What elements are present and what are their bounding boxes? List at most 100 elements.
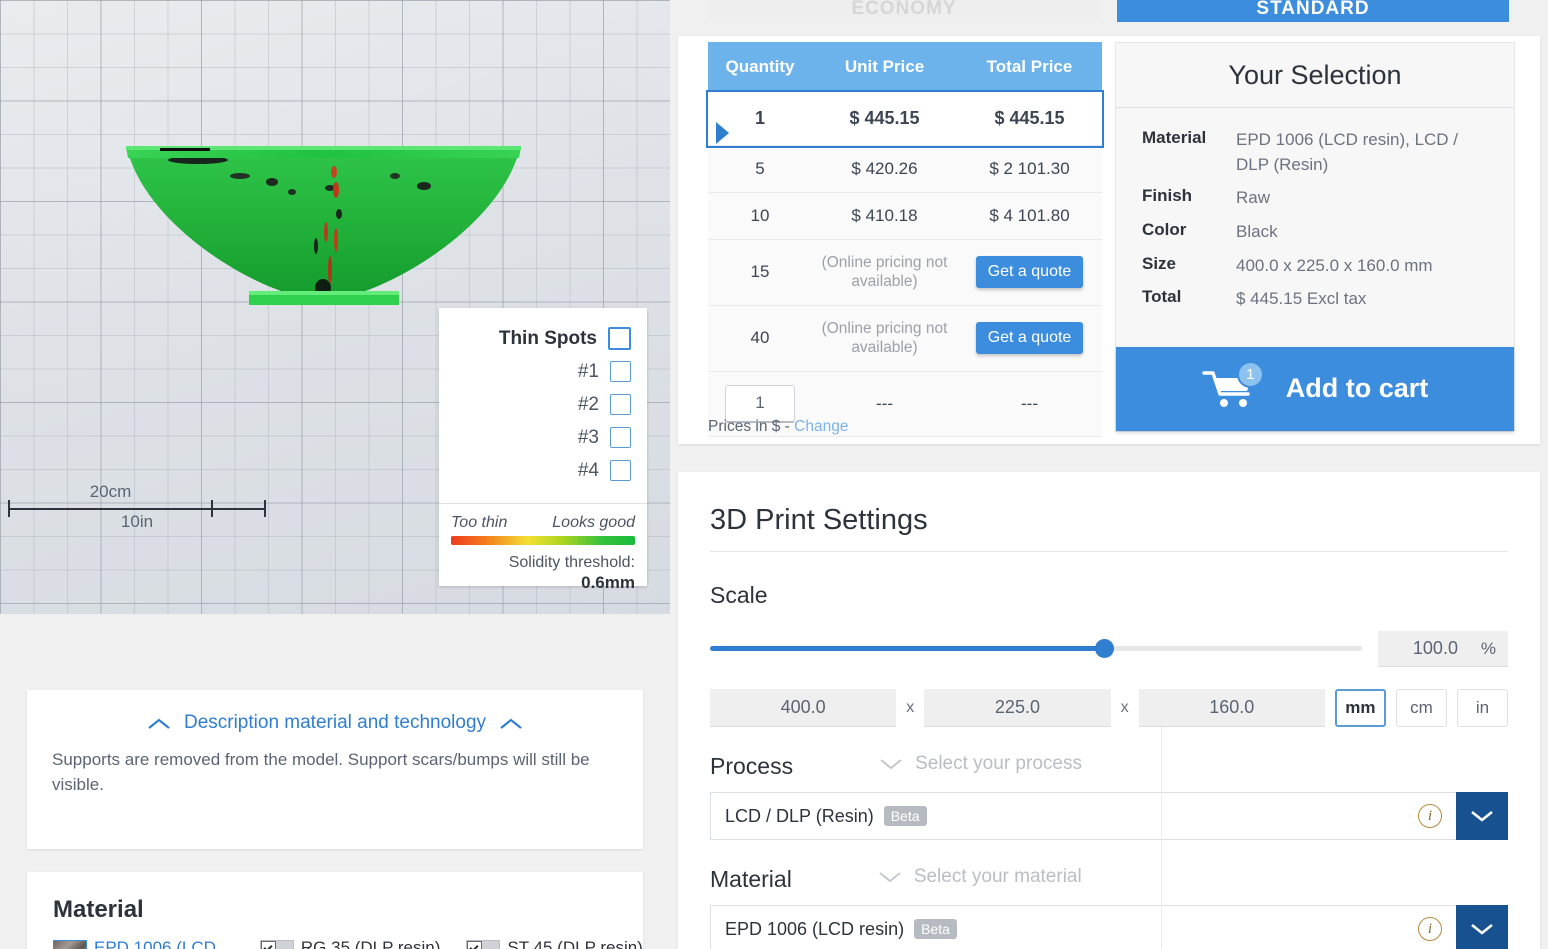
selection-value: Black <box>1236 221 1278 241</box>
material-hint-text: Select your material <box>913 866 1082 887</box>
get-a-quote-button[interactable]: Get a quote <box>975 322 1084 355</box>
3d-model-viewport[interactable]: 20cm 10in Thin Spots #1 #2 #3 #4 Too thi… <box>0 0 670 614</box>
scale-percent-value: 100.0 <box>1412 638 1458 658</box>
table-row[interactable]: 5 $ 420.26 $ 2 101.30 <box>708 145 1102 193</box>
get-a-quote-button[interactable]: Get a quote <box>975 256 1084 289</box>
selection-value: Raw <box>1236 188 1271 208</box>
thin-spots-panel: Thin Spots #1 #2 #3 #4 Too thin Looks go… <box>439 308 647 592</box>
material-swatch-epd1006[interactable]: EPD 1006 (LCD <box>53 938 216 949</box>
selection-key: Material <box>1142 128 1207 147</box>
selection-row-size: Size 400.0 x 225.0 x 160.0 mm <box>1142 254 1492 279</box>
add-to-cart-label: Add to cart <box>1285 373 1429 404</box>
description-header-label: Description material and technology <box>183 712 487 733</box>
material-swatch-label: EPD 1006 (LCD <box>94 938 216 949</box>
thin-spot-label-4: #4 <box>577 459 599 481</box>
unit-button-in[interactable]: in <box>1456 689 1509 727</box>
your-selection-rows: Material EPD 1006 (LCD resin), LCD / DLP… <box>1116 108 1514 343</box>
quantity-input[interactable]: 1 <box>725 384 795 423</box>
material-card-title: Material <box>53 896 144 923</box>
material-select-value-area[interactable]: EPD 1006 (LCD resin) Beta i <box>710 905 1456 949</box>
thin-spots-all-checkbox[interactable] <box>608 327 631 350</box>
material-dropdown-arrow[interactable] <box>1456 905 1508 949</box>
thin-spot-label-3: #3 <box>577 426 599 448</box>
chevron-down-icon <box>879 757 903 771</box>
thin-spot-checkbox-4[interactable] <box>610 460 631 481</box>
pricing-tabs: ECONOMY STANDARD <box>670 0 1548 24</box>
ruler-bar <box>8 508 266 510</box>
change-currency-link[interactable]: Change <box>794 418 848 435</box>
material-swatch-rg35[interactable]: RG 35 (DLP resin) <box>259 938 440 949</box>
cell-total-price: $ 2 101.30 <box>957 145 1102 193</box>
thin-spot-checkbox-3[interactable] <box>610 427 631 448</box>
process-hint-text: Select your process <box>915 753 1082 774</box>
solidity-threshold-value: 0.6mm <box>581 573 635 592</box>
unit-button-mm[interactable]: mm <box>1334 689 1386 727</box>
table-row[interactable]: 1 $ 445.15 $ 445.15 <box>706 90 1104 148</box>
thin-spot-checkbox-2[interactable] <box>610 394 631 415</box>
info-icon[interactable]: i <box>1418 917 1442 941</box>
your-selection-panel: Your Selection Material EPD 1006 (LCD re… <box>1115 42 1515 432</box>
process-dropdown-arrow[interactable] <box>1456 792 1508 840</box>
description-toggle[interactable]: Description material and technology <box>27 690 643 734</box>
column-header-quantity: Quantity <box>708 42 812 92</box>
chevron-up-icon-left <box>146 716 172 731</box>
material-swatch-list: EPD 1006 (LCD RG 35 (DLP resin) ST 45 (D… <box>27 924 643 949</box>
tab-economy[interactable]: ECONOMY <box>708 0 1100 22</box>
selection-value: 400.0 x 225.0 x 160.0 mm <box>1236 255 1433 275</box>
pricing-table-wrap: Quantity Unit Price Total Price 1 $ 445.… <box>706 42 1104 437</box>
tab-economy-label: ECONOMY <box>851 0 957 19</box>
thin-spot-checkbox-1[interactable] <box>610 361 631 382</box>
material-select[interactable]: EPD 1006 (LCD resin) Beta i <box>710 905 1508 949</box>
table-row[interactable]: 40 (Online pricing not available) Get a … <box>708 305 1102 372</box>
pricing-table: Quantity Unit Price Total Price 1 $ 445.… <box>706 42 1104 437</box>
dimension-z-input[interactable]: 160.0 <box>1138 689 1325 727</box>
scale-slider-row: 100.0 % <box>678 609 1540 667</box>
print-settings-card: 3D Print Settings Scale 100.0 % 400.0 x … <box>678 472 1540 949</box>
thin-spot-item-1[interactable]: #1 <box>449 355 631 388</box>
slider-fill <box>710 646 1105 651</box>
selected-row-marker-icon <box>716 122 729 144</box>
slider-handle[interactable] <box>1095 639 1115 658</box>
your-selection-title: Your Selection <box>1228 60 1402 90</box>
print-settings-title: 3D Print Settings <box>710 504 928 536</box>
percent-symbol: % <box>1480 638 1496 658</box>
thin-spot-item-4[interactable]: #4 <box>449 454 631 487</box>
scale-percent-input[interactable]: 100.0 % <box>1378 631 1508 667</box>
solidity-gradient-bar <box>451 536 635 545</box>
process-select-value-area[interactable]: LCD / DLP (Resin) Beta i <box>710 792 1456 840</box>
tab-standard[interactable]: STANDARD <box>1117 0 1509 22</box>
dimension-y-input[interactable]: 225.0 <box>924 689 1111 727</box>
solidity-threshold-label: Solidity threshold: <box>508 554 635 571</box>
thin-spot-item-3[interactable]: #3 <box>449 421 631 454</box>
thin-spot-label-1: #1 <box>577 360 599 382</box>
solidity-legend: Too thin Looks good Solidity threshold: … <box>439 504 647 605</box>
pricing-card: Quantity Unit Price Total Price 1 $ 445.… <box>678 36 1540 444</box>
dimension-x-input[interactable]: 400.0 <box>710 689 897 727</box>
process-label: Process <box>710 753 794 779</box>
add-to-cart-button[interactable]: 1 Add to cart <box>1116 346 1514 431</box>
material-swatch-st45[interactable]: ST 45 (DLP resin) <box>466 938 643 949</box>
thin-spots-header-row[interactable]: Thin Spots <box>449 322 631 355</box>
info-icon[interactable]: i <box>1418 804 1442 828</box>
dimensions-row: 400.0 x 225.0 x 160.0 mm cm in <box>678 667 1540 727</box>
unit-button-cm[interactable]: cm <box>1395 689 1447 727</box>
selection-value: EPD 1006 (LCD resin), LCD / DLP (Resin) <box>1236 130 1459 174</box>
thin-spots-title: Thin Spots <box>498 327 597 349</box>
thin-spot-item-2[interactable]: #2 <box>449 388 631 421</box>
scale-slider[interactable] <box>710 639 1362 658</box>
selection-row-color: Color Black <box>1142 220 1492 245</box>
cell-total-price: $ 445.15 <box>957 92 1102 146</box>
prices-currency-note: Prices in $ - Change <box>708 418 848 436</box>
cell-quantity: 10 <box>708 192 812 240</box>
table-row[interactable]: 10 $ 410.18 $ 4 101.80 <box>708 192 1102 240</box>
material-label: Material <box>710 866 792 892</box>
material-swatch-icon-broken <box>466 940 501 949</box>
cell-total-price: Get a quote <box>957 239 1102 306</box>
cell-unit-price: (Online pricing not available) <box>812 305 957 372</box>
dimension-separator: x <box>1120 699 1129 716</box>
selection-key: Total <box>1142 287 1182 307</box>
selection-value: $ 445.15 Excl tax <box>1236 289 1367 309</box>
selection-row-finish: Finish Raw <box>1142 186 1492 211</box>
table-row[interactable]: 15 (Online pricing not available) Get a … <box>708 239 1102 306</box>
process-select[interactable]: LCD / DLP (Resin) Beta i <box>710 792 1508 840</box>
